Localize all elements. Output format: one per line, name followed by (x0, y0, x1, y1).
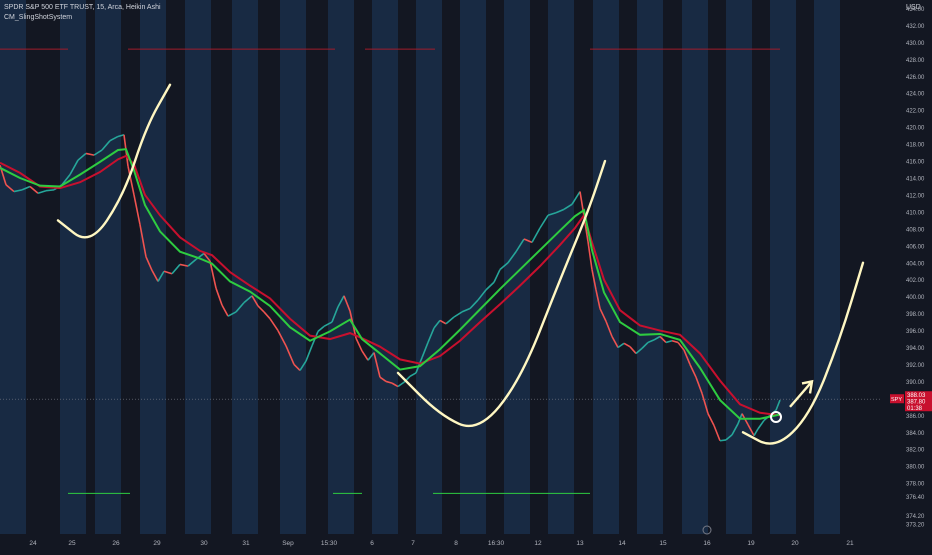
session-band-3 (140, 0, 166, 534)
price-tick-10: 414.00 (906, 177, 925, 183)
price-tick-20: 394.00 (906, 346, 925, 352)
indicator-label[interactable]: CM_SlingShotSystem (4, 14, 72, 21)
session-band-16 (726, 0, 752, 534)
price-tick-13: 408.00 (906, 227, 925, 233)
time-tick-2: 26 (112, 540, 120, 547)
time-tick-0: 24 (29, 540, 37, 547)
price-axis: USD434.00432.00430.00428.00426.00424.004… (888, 0, 932, 550)
price-tick-14: 406.00 (906, 244, 925, 250)
time-tick-15: 15 (659, 540, 667, 547)
symbol-label: SPY (891, 397, 902, 403)
price-tick-27: 380.00 (906, 465, 925, 471)
session-band-18 (814, 0, 840, 534)
price-tick-19: 396.00 (906, 329, 925, 335)
time-tick-1: 25 (68, 540, 76, 547)
time-tick-9: 7 (411, 540, 415, 547)
price-tick-25: 384.00 (906, 431, 925, 437)
chart-panel[interactable]: USD 434.00 432.00 430.00 428.00 426.00 424.00 4… (0, 0, 932, 550)
session-band-1 (60, 0, 86, 534)
time-tick-4: 30 (200, 540, 208, 547)
price-chart[interactable]: USD434.00432.00430.00428.00426.00424.004… (0, 0, 932, 550)
time-tick-10: 8 (454, 540, 458, 547)
price-tick-5: 424.00 (906, 92, 925, 98)
price-tick-21: 392.00 (906, 363, 925, 369)
time-tick-18: 20 (791, 540, 799, 547)
time-tick-11: 16:30 (488, 540, 505, 547)
price-tick-4: 426.00 (906, 75, 925, 81)
time-tick-3: 29 (153, 540, 161, 547)
price-tick-22: 390.00 (906, 380, 925, 386)
session-band-6 (280, 0, 306, 534)
price-tick-28: 378.00 (906, 482, 925, 488)
time-tick-12: 12 (534, 540, 542, 547)
price-tick-29: 376.40 (906, 495, 925, 501)
time-tick-16: 16 (703, 540, 711, 547)
session-band-0 (0, 0, 26, 534)
session-band-12 (548, 0, 574, 534)
upper-price-label: 388.03 (907, 393, 926, 399)
price-tick-31: 373.20 (906, 522, 925, 528)
price-tick-26: 382.00 (906, 448, 925, 454)
price-segment-7 (45, 189, 55, 192)
session-band-11 (504, 0, 530, 534)
last-price-label: 387.80 (907, 400, 926, 406)
price-tick-15: 404.00 (906, 261, 925, 267)
price-tick-11: 412.00 (906, 193, 925, 199)
time-tick-6: Sep (282, 540, 294, 547)
session-band-8 (372, 0, 398, 534)
session-band-4 (185, 0, 211, 534)
time-tick-5: 31 (242, 540, 250, 547)
price-tick-1: 432.00 (906, 24, 925, 30)
time-tick-13: 13 (576, 540, 584, 547)
price-tick-16: 402.00 (906, 278, 925, 284)
session-bands (0, 0, 932, 550)
price-tick-18: 398.00 (906, 312, 925, 318)
price-tick-0: 434.00 (906, 7, 925, 13)
price-tick-2: 430.00 (906, 41, 925, 47)
price-tick-3: 428.00 (906, 58, 925, 64)
price-tick-7: 420.00 (906, 126, 925, 132)
session-band-5 (232, 0, 258, 534)
price-segment-109 (719, 439, 727, 442)
price-tick-30: 374.20 (906, 514, 925, 520)
time-tick-7: 15:30 (321, 540, 338, 547)
price-tick-6: 422.00 (906, 109, 925, 115)
price-tick-12: 410.00 (906, 210, 925, 216)
session-band-15 (682, 0, 708, 534)
price-tick-8: 418.00 (906, 143, 925, 149)
time-tick-14: 14 (618, 540, 626, 547)
countdown-label: 01:38 (907, 406, 923, 412)
session-band-14 (637, 0, 663, 534)
price-tick-24: 386.00 (906, 414, 925, 420)
session-band-2 (95, 0, 121, 534)
time-tick-17: 19 (747, 540, 755, 547)
price-tick-9: 416.00 (906, 160, 925, 166)
price-tick-17: 400.00 (906, 295, 925, 301)
session-band-9 (416, 0, 442, 534)
session-band-10 (460, 0, 486, 534)
session-band-7 (328, 0, 354, 534)
time-tick-19: 21 (846, 540, 854, 547)
time-tick-8: 6 (370, 540, 374, 547)
session-band-17 (770, 0, 796, 534)
chart-legend-title: SPDR S&P 500 ETF TRUST, 15, Arca, Heikin… (4, 4, 161, 11)
